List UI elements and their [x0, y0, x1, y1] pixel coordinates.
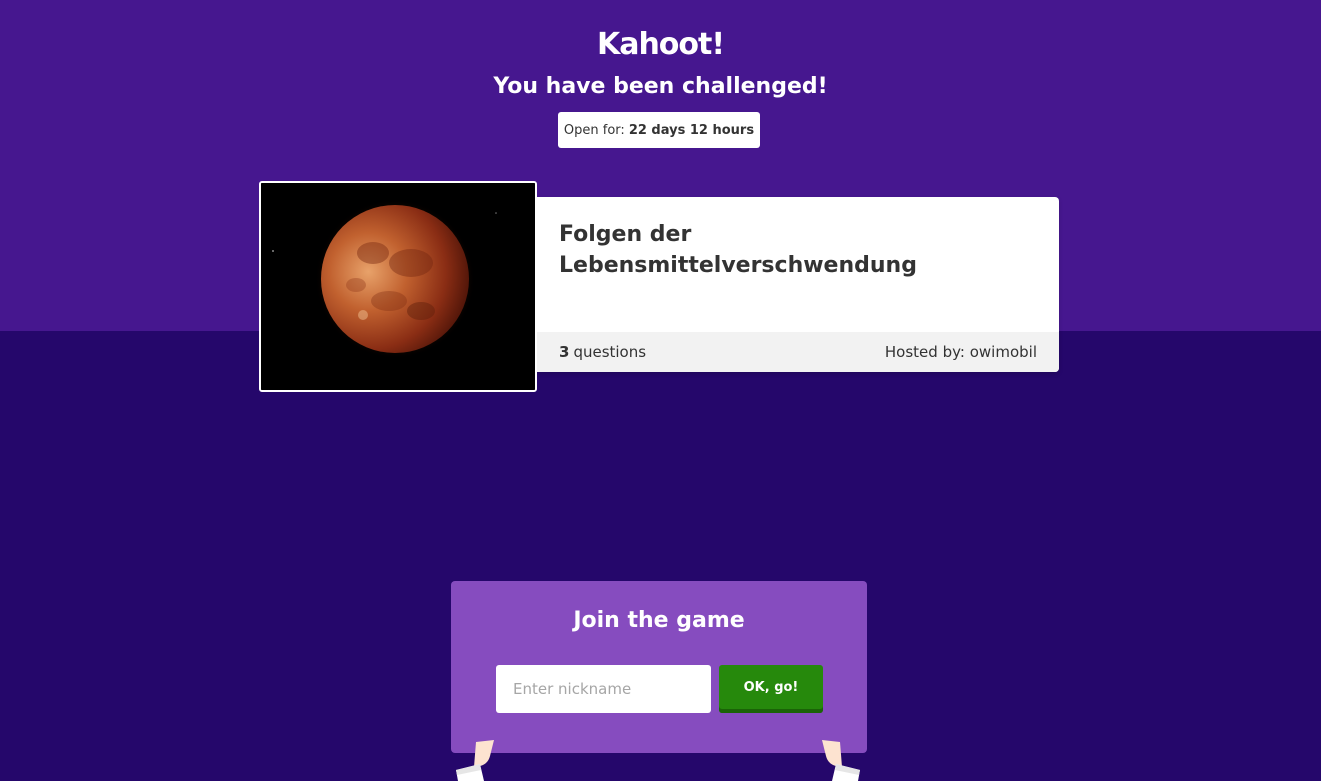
kahoot-card-footer: 3 questions Hosted by: owimobil [537, 332, 1059, 372]
nickname-input[interactable] [496, 665, 711, 713]
host-info: Hosted by: owimobil [885, 343, 1037, 361]
lunar-eclipse-image [261, 183, 535, 390]
kahoot-card: Folgen der Lebensmittelverschwendung 3 qu… [537, 197, 1059, 372]
open-for-label: Open for: [563, 122, 625, 138]
kahoot-title: Folgen der Lebensmittelverschwendung [559, 222, 917, 278]
question-count-text: 3 questions [559, 343, 646, 361]
open-for-badge: Open for: 22 days 12 hours [558, 112, 760, 148]
host-label: Hosted by: [884, 343, 965, 361]
challenge-heading: You have been challenged! [493, 74, 828, 99]
kahoot-logo: Kahoot! [596, 27, 725, 62]
ok-go-button[interactable]: OK, go! [719, 665, 823, 713]
kahoot-cover-image [259, 181, 537, 392]
host-name: owimobil [969, 343, 1037, 361]
open-for-duration: 22 days 12 hours [628, 122, 755, 138]
right-hand-illustration [822, 740, 860, 781]
join-game-panel: Join the game OK, go! [451, 581, 867, 753]
question-count: 3 [559, 343, 570, 361]
join-game-title: Join the game [573, 608, 745, 633]
left-hand-illustration [456, 740, 494, 781]
question-label: questions [573, 343, 647, 361]
